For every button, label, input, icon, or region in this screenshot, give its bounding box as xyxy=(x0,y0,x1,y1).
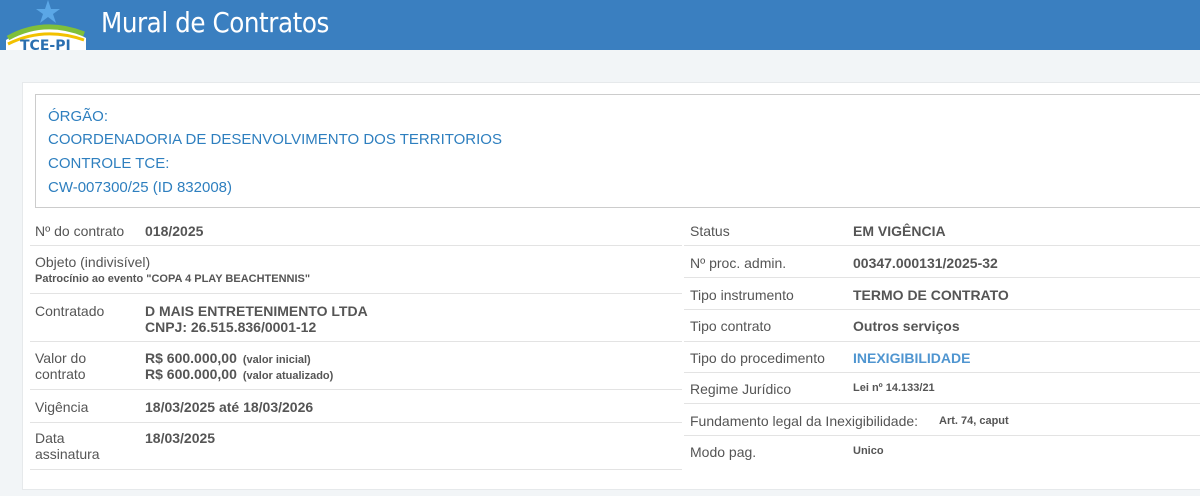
row-regime: Regime Jurídico Lei nº 14.133/21 xyxy=(684,373,1200,404)
modo-pag-label: Modo pag. xyxy=(690,444,757,460)
vigencia-value: 18/03/2025 até 18/03/2026 xyxy=(145,399,314,415)
row-proc: Nº proc. admin. 00347.000131/2025-32 xyxy=(684,246,1200,278)
proc-label: Nº proc. admin. xyxy=(690,255,787,271)
contratado-name: D MAIS ENTRETENIMENTO LTDA xyxy=(145,303,368,319)
valor-inicial: R$ 600.000,00 (valor inicial) xyxy=(145,350,311,366)
controle-label: CONTROLE TCE: xyxy=(48,155,170,172)
valor-atualizado-note: (valor atualizado) xyxy=(242,370,334,382)
status-label: Status xyxy=(690,223,730,239)
tipo-procedimento-link[interactable]: INEXIGIBILIDADE xyxy=(853,350,970,366)
row-fundamento: Fundamento legal da Inexigibilidade: Art… xyxy=(684,404,1200,436)
valor-inicial-note: (valor inicial) xyxy=(242,354,311,366)
tipo-contrato-value: Outros serviços xyxy=(853,318,960,334)
modo-pag-value: Unico xyxy=(853,445,884,457)
tipo-instrumento-value: TERMO DE CONTRATO xyxy=(853,287,1009,303)
row-contratado: Contratado D MAIS ENTRETENIMENTO LTDA CN… xyxy=(30,294,682,342)
objeto-label: Objeto (indivisível) xyxy=(35,254,151,270)
row-assinatura: Data assinatura 18/03/2025 xyxy=(30,423,682,470)
vigencia-label: Vigência xyxy=(35,399,89,415)
valor-label-1: Valor do xyxy=(35,350,87,366)
regime-label: Regime Jurídico xyxy=(690,381,792,397)
page-title: Mural de Contratos xyxy=(101,6,329,39)
status-value: EM VIGÊNCIA xyxy=(853,223,946,239)
objeto-value: Patrocínio ao evento "COPA 4 PLAY BEACHT… xyxy=(35,273,311,285)
proc-value: 00347.000131/2025-32 xyxy=(853,255,998,271)
contratado-label: Contratado xyxy=(35,303,105,319)
assinatura-value: 18/03/2025 xyxy=(145,430,216,446)
row-objeto: Objeto (indivisível) Patrocínio ao event… xyxy=(30,246,682,294)
logo-text: TCE-PI xyxy=(20,38,71,50)
contratado-cnpj: CNPJ: 26.515.836/0001-12 xyxy=(145,319,317,335)
tipo-contrato-label: Tipo contrato xyxy=(690,318,772,334)
tipo-instrumento-label: Tipo instrumento xyxy=(690,287,794,303)
row-vigencia: Vigência 18/03/2025 até 18/03/2026 xyxy=(30,390,682,423)
regime-value: Lei nº 14.133/21 xyxy=(853,382,935,394)
assinatura-label-1: Data xyxy=(35,430,65,446)
tipo-procedimento-label: Tipo do procedimento xyxy=(690,350,825,366)
orgao-label: ÓRGÃO: xyxy=(48,108,109,125)
header-bar: TCE-PI Mural de Contratos xyxy=(0,0,1200,50)
fundamento-value: Art. 74, caput xyxy=(939,415,1009,427)
numero-value: 018/2025 xyxy=(145,223,204,239)
row-status: Status EM VIGÊNCIA xyxy=(684,213,1200,246)
row-tipo-procedimento: Tipo do procedimento INEXIGIBILIDADE xyxy=(684,342,1200,373)
row-numero: Nº do contrato 018/2025 xyxy=(30,213,682,246)
row-tipo-contrato: Tipo contrato Outros serviços xyxy=(684,310,1200,342)
assinatura-label-2: assinatura xyxy=(35,446,100,462)
tce-pi-logo: TCE-PI xyxy=(6,0,86,50)
valor-atualizado: R$ 600.000,00 (valor atualizado) xyxy=(145,366,334,382)
numero-label: Nº do contrato xyxy=(35,223,125,239)
row-modo-pag: Modo pag. Unico xyxy=(684,436,1200,470)
fundamento-label: Fundamento legal da Inexigibilidade: xyxy=(690,413,919,429)
row-tipo-instrumento: Tipo instrumento TERMO DE CONTRATO xyxy=(684,278,1200,310)
valor-label-2: contrato xyxy=(35,366,86,382)
orgao-value: COORDENADORIA DE DESENVOLVIMENTO DOS TER… xyxy=(48,131,502,148)
controle-value: CW-007300/25 (ID 832008) xyxy=(48,179,232,196)
row-valor: Valor do contrato R$ 600.000,00 (valor in… xyxy=(30,342,682,390)
